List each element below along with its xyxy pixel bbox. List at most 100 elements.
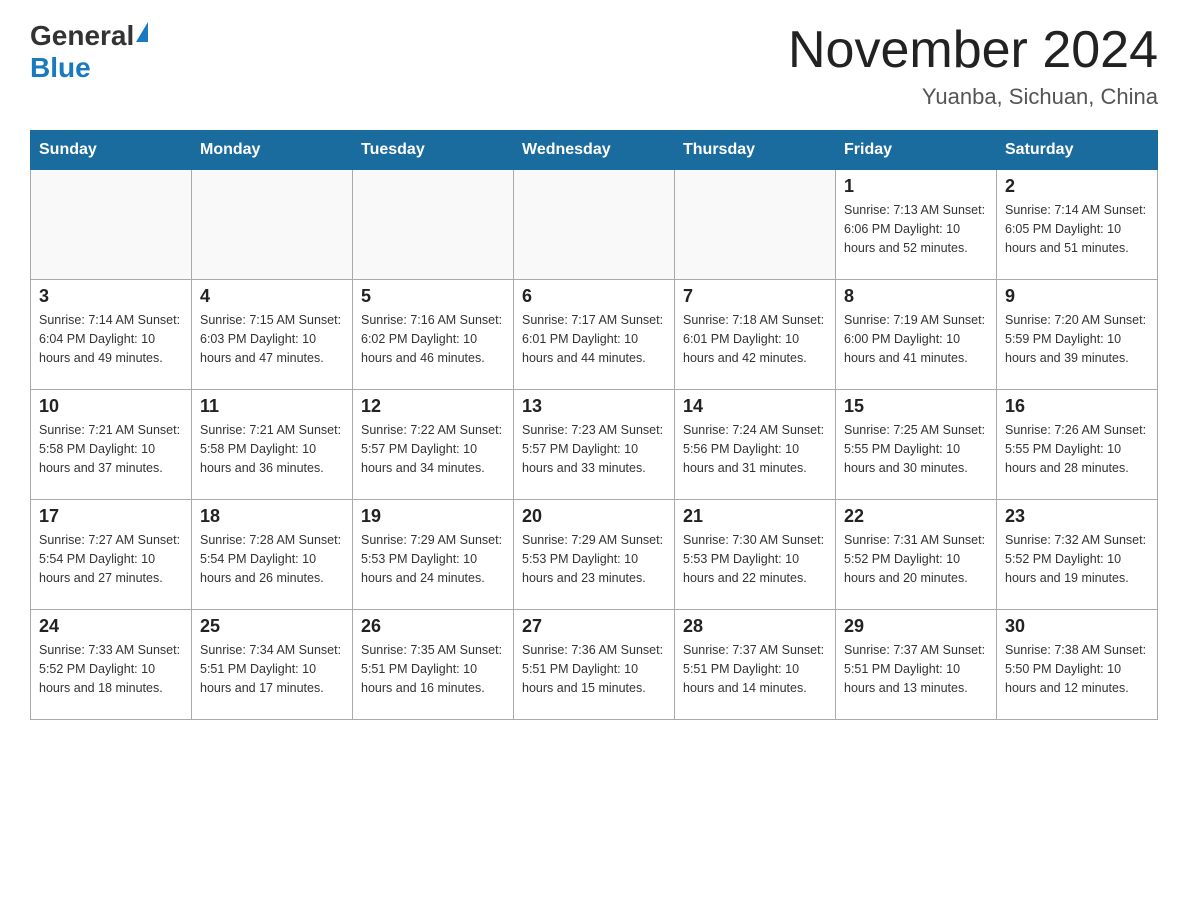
table-row: 1Sunrise: 7:13 AM Sunset: 6:06 PM Daylig… xyxy=(836,170,997,280)
day-info: Sunrise: 7:24 AM Sunset: 5:56 PM Dayligh… xyxy=(683,421,827,477)
table-row: 25 Sunrise: 7:34 AM Sunset: 5:51 PM Dayli… xyxy=(192,610,353,720)
day-info: Sunrise: 7:21 AM Sunset: 5:58 PM Dayligh… xyxy=(39,421,183,477)
day-info: Sunrise: 7:29 AM Sunset: 5:53 PM Dayligh… xyxy=(522,531,666,587)
day-number: 20 xyxy=(522,506,666,527)
day-info: Sunrise: 7:13 AM Sunset: 6:06 PM Dayligh… xyxy=(844,201,988,257)
logo-blue-text: Blue xyxy=(30,52,91,84)
day-info: Sunrise: 7:38 AM Sunset: 5:50 PM Dayligh… xyxy=(1005,641,1149,697)
day-number: 30 xyxy=(1005,616,1149,637)
day-number: 23 xyxy=(1005,506,1149,527)
day-header-wednesday: Wednesday xyxy=(514,131,675,170)
calendar-week-1: 1Sunrise: 7:13 AM Sunset: 6:06 PM Daylig… xyxy=(31,170,1158,280)
table-row: 13 Sunrise: 7:23 AM Sunset: 5:57 PM Dayli… xyxy=(514,390,675,500)
day-info: Sunrise: 7:16 AM Sunset: 6:02 PM Dayligh… xyxy=(361,311,505,367)
day-header-monday: Monday xyxy=(192,131,353,170)
table-row xyxy=(675,170,836,280)
day-number: 5 xyxy=(361,286,505,307)
day-number: 19 xyxy=(361,506,505,527)
day-info: Sunrise: 7:28 AM Sunset: 5:54 PM Dayligh… xyxy=(200,531,344,587)
day-number: 8 xyxy=(844,286,988,307)
day-info: Sunrise: 7:27 AM Sunset: 5:54 PM Dayligh… xyxy=(39,531,183,587)
calendar-table: SundayMondayTuesdayWednesdayThursdayFrid… xyxy=(30,130,1158,720)
table-row: 30 Sunrise: 7:38 AM Sunset: 5:50 PM Dayli… xyxy=(997,610,1158,720)
day-number: 13 xyxy=(522,396,666,417)
day-number: 29 xyxy=(844,616,988,637)
table-row: 24 Sunrise: 7:33 AM Sunset: 5:52 PM Dayli… xyxy=(31,610,192,720)
day-number: 24 xyxy=(39,616,183,637)
day-info: Sunrise: 7:17 AM Sunset: 6:01 PM Dayligh… xyxy=(522,311,666,367)
calendar-week-2: 3Sunrise: 7:14 AM Sunset: 6:04 PM Daylig… xyxy=(31,280,1158,390)
day-info: Sunrise: 7:21 AM Sunset: 5:58 PM Dayligh… xyxy=(200,421,344,477)
table-row: 7 Sunrise: 7:18 AM Sunset: 6:01 PM Daylig… xyxy=(675,280,836,390)
day-number: 18 xyxy=(200,506,344,527)
logo: General Blue xyxy=(30,20,148,84)
day-info: Sunrise: 7:36 AM Sunset: 5:51 PM Dayligh… xyxy=(522,641,666,697)
table-row: 19 Sunrise: 7:29 AM Sunset: 5:53 PM Dayli… xyxy=(353,500,514,610)
day-number: 15 xyxy=(844,396,988,417)
day-number: 3 xyxy=(39,286,183,307)
day-number: 28 xyxy=(683,616,827,637)
day-info: Sunrise: 7:35 AM Sunset: 5:51 PM Dayligh… xyxy=(361,641,505,697)
table-row: 10Sunrise: 7:21 AM Sunset: 5:58 PM Dayli… xyxy=(31,390,192,500)
day-info: Sunrise: 7:23 AM Sunset: 5:57 PM Dayligh… xyxy=(522,421,666,477)
day-info: Sunrise: 7:33 AM Sunset: 5:52 PM Dayligh… xyxy=(39,641,183,697)
day-number: 11 xyxy=(200,396,344,417)
day-info: Sunrise: 7:31 AM Sunset: 5:52 PM Dayligh… xyxy=(844,531,988,587)
location: Yuanba, Sichuan, China xyxy=(788,84,1158,110)
table-row: 29Sunrise: 7:37 AM Sunset: 5:51 PM Dayli… xyxy=(836,610,997,720)
day-info: Sunrise: 7:34 AM Sunset: 5:51 PM Dayligh… xyxy=(200,641,344,697)
day-info: Sunrise: 7:32 AM Sunset: 5:52 PM Dayligh… xyxy=(1005,531,1149,587)
table-row xyxy=(31,170,192,280)
day-number: 25 xyxy=(200,616,344,637)
day-info: Sunrise: 7:26 AM Sunset: 5:55 PM Dayligh… xyxy=(1005,421,1149,477)
day-number: 9 xyxy=(1005,286,1149,307)
logo-general-text: General xyxy=(30,20,134,52)
table-row: 6 Sunrise: 7:17 AM Sunset: 6:01 PM Daylig… xyxy=(514,280,675,390)
day-info: Sunrise: 7:15 AM Sunset: 6:03 PM Dayligh… xyxy=(200,311,344,367)
day-number: 7 xyxy=(683,286,827,307)
table-row: 2Sunrise: 7:14 AM Sunset: 6:05 PM Daylig… xyxy=(997,170,1158,280)
day-number: 6 xyxy=(522,286,666,307)
day-header-friday: Friday xyxy=(836,131,997,170)
day-info: Sunrise: 7:14 AM Sunset: 6:05 PM Dayligh… xyxy=(1005,201,1149,257)
table-row xyxy=(353,170,514,280)
day-header-thursday: Thursday xyxy=(675,131,836,170)
table-row: 28Sunrise: 7:37 AM Sunset: 5:51 PM Dayli… xyxy=(675,610,836,720)
table-row: 20 Sunrise: 7:29 AM Sunset: 5:53 PM Dayli… xyxy=(514,500,675,610)
day-number: 22 xyxy=(844,506,988,527)
calendar-week-3: 10Sunrise: 7:21 AM Sunset: 5:58 PM Dayli… xyxy=(31,390,1158,500)
day-header-saturday: Saturday xyxy=(997,131,1158,170)
table-row: 22 Sunrise: 7:31 AM Sunset: 5:52 PM Dayli… xyxy=(836,500,997,610)
table-row: 23 Sunrise: 7:32 AM Sunset: 5:52 PM Dayli… xyxy=(997,500,1158,610)
day-info: Sunrise: 7:19 AM Sunset: 6:00 PM Dayligh… xyxy=(844,311,988,367)
table-row: 15 Sunrise: 7:25 AM Sunset: 5:55 PM Dayli… xyxy=(836,390,997,500)
table-row: 17 Sunrise: 7:27 AM Sunset: 5:54 PM Dayli… xyxy=(31,500,192,610)
page-header: General Blue November 2024 Yuanba, Sichu… xyxy=(30,20,1158,110)
table-row: 26 Sunrise: 7:35 AM Sunset: 5:51 PM Dayli… xyxy=(353,610,514,720)
table-row: 8 Sunrise: 7:19 AM Sunset: 6:00 PM Daylig… xyxy=(836,280,997,390)
month-title: November 2024 xyxy=(788,20,1158,80)
table-row: 14 Sunrise: 7:24 AM Sunset: 5:56 PM Dayli… xyxy=(675,390,836,500)
table-row: 21Sunrise: 7:30 AM Sunset: 5:53 PM Dayli… xyxy=(675,500,836,610)
day-number: 17 xyxy=(39,506,183,527)
table-row: 12Sunrise: 7:22 AM Sunset: 5:57 PM Dayli… xyxy=(353,390,514,500)
day-info: Sunrise: 7:29 AM Sunset: 5:53 PM Dayligh… xyxy=(361,531,505,587)
day-info: Sunrise: 7:18 AM Sunset: 6:01 PM Dayligh… xyxy=(683,311,827,367)
table-row: 27 Sunrise: 7:36 AM Sunset: 5:51 PM Dayli… xyxy=(514,610,675,720)
logo-triangle-icon xyxy=(136,22,148,42)
day-header-tuesday: Tuesday xyxy=(353,131,514,170)
day-header-sunday: Sunday xyxy=(31,131,192,170)
day-number: 26 xyxy=(361,616,505,637)
table-row: 11 Sunrise: 7:21 AM Sunset: 5:58 PM Dayli… xyxy=(192,390,353,500)
table-row: 18 Sunrise: 7:28 AM Sunset: 5:54 PM Dayli… xyxy=(192,500,353,610)
day-number: 21 xyxy=(683,506,827,527)
day-number: 27 xyxy=(522,616,666,637)
day-number: 14 xyxy=(683,396,827,417)
table-row xyxy=(514,170,675,280)
logo-text: General xyxy=(30,20,148,52)
calendar-week-4: 17 Sunrise: 7:27 AM Sunset: 5:54 PM Dayli… xyxy=(31,500,1158,610)
day-info: Sunrise: 7:25 AM Sunset: 5:55 PM Dayligh… xyxy=(844,421,988,477)
title-block: November 2024 Yuanba, Sichuan, China xyxy=(788,20,1158,110)
table-row: 3Sunrise: 7:14 AM Sunset: 6:04 PM Daylig… xyxy=(31,280,192,390)
day-number: 12 xyxy=(361,396,505,417)
